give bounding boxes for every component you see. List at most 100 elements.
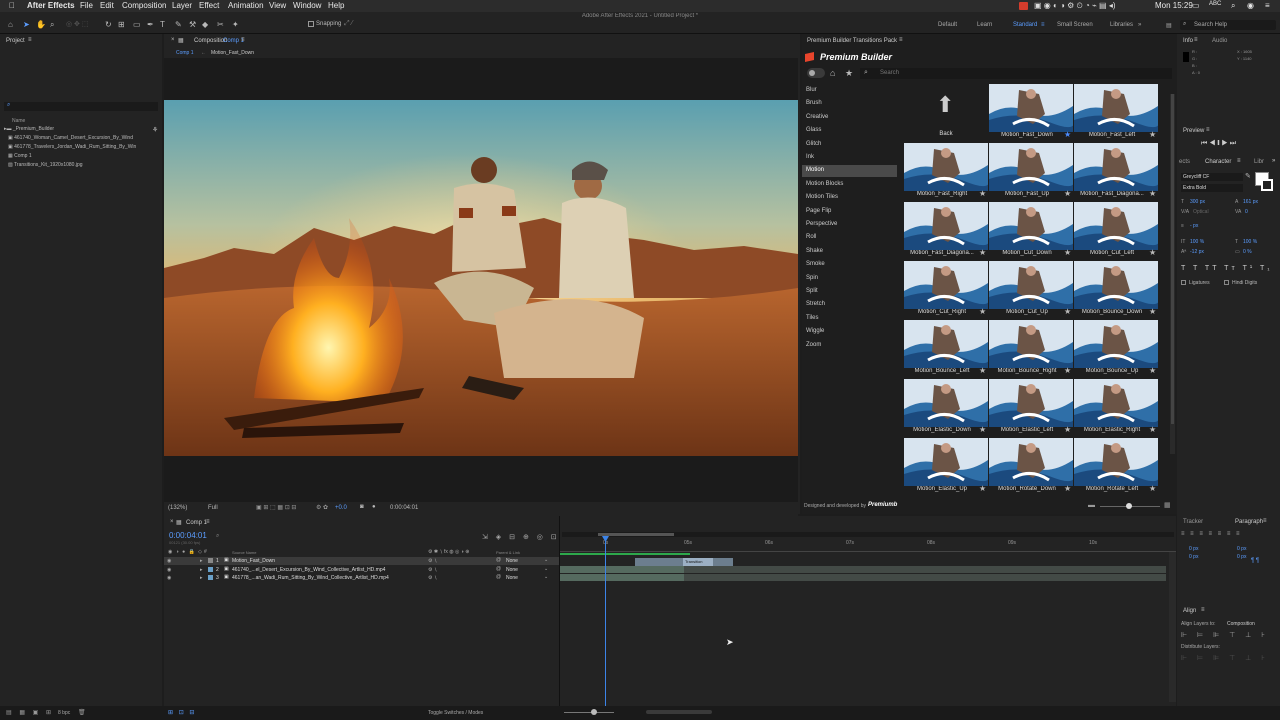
paragraph-tab[interactable]: Paragraph [1235, 519, 1263, 525]
category-item[interactable]: Shake [806, 248, 823, 254]
info-menu-icon[interactable]: ≡ [1194, 37, 1198, 43]
project-item[interactable]: ▨ Transitions_Kit_1920x1080.jpg [8, 162, 158, 168]
ligatures-checkbox[interactable] [1181, 280, 1186, 285]
workspace-default[interactable]: Default [938, 22, 957, 28]
category-item[interactable]: Tiles [806, 315, 818, 321]
info-tab[interactable]: Info [1183, 38, 1193, 44]
home-icon[interactable]: ⌂ [8, 20, 13, 29]
composition-menu-icon[interactable]: ≡ [241, 37, 245, 43]
project-footer-icons[interactable]: ▤ ▦ ▣ ⊞ [6, 709, 54, 716]
zoom-dropdown[interactable]: (132%) [168, 505, 187, 511]
align-icons[interactable]: ⊩ ⊨ ⊫ ⊤ ⊥ ⊦ [1181, 631, 1269, 639]
brush-tool-icon[interactable]: ✎ [175, 20, 182, 29]
label-color-swatch[interactable] [208, 558, 213, 563]
layer-switch-icons[interactable]: ⚙ ∖ [428, 575, 437, 581]
av-feature-icons[interactable]: ◉ ◑ ● 🔒 ◇ [168, 549, 203, 555]
expand-icon[interactable]: ▸ [200, 558, 203, 564]
snapping-checkbox[interactable] [308, 21, 314, 27]
lock-icon[interactable]: ▦ [178, 37, 184, 44]
transition-thumbnail[interactable]: Motion_Elastic_Left ★ [989, 379, 1073, 437]
search-icon[interactable]: ⌕ [1231, 1, 1235, 11]
transition-thumbnail[interactable]: Motion_Bounce_Left ★ [904, 320, 988, 378]
control-center-icon[interactable]: ≡ [1265, 1, 1270, 10]
layer-bar-2[interactable] [560, 566, 684, 573]
transition-thumbnail[interactable]: Motion_Fast_Right ★ [904, 143, 988, 201]
indent-left-value[interactable]: 0 px [1189, 546, 1198, 552]
category-item[interactable]: Motion Blocks [806, 181, 843, 187]
label-color-swatch[interactable] [208, 575, 213, 580]
app-menu[interactable]: After Effects [27, 1, 75, 10]
audio-tab[interactable]: Audio [1212, 38, 1227, 44]
layer-bar-1[interactable]: Transition [635, 558, 733, 566]
favorite-star-icon[interactable]: ★ [1149, 366, 1156, 375]
favorite-star-icon[interactable]: ★ [1149, 484, 1156, 493]
source-name-header[interactable]: Source Name [232, 550, 256, 555]
category-item[interactable]: Smoke [806, 261, 825, 267]
pb-panel-menu-icon[interactable]: ≡ [899, 37, 903, 43]
breadcrumb-layer[interactable]: Motion_Fast_Down [211, 50, 254, 56]
bit-depth[interactable]: 8 bpc [58, 710, 70, 716]
project-item[interactable]: ▣ 461778_Travelers_Jordan_Wadi_Rum_Sitti… [8, 144, 158, 150]
camera-icon[interactable]: ◙ [360, 504, 364, 510]
transition-thumbnail[interactable]: Motion_Bounce_Down ★ [1074, 261, 1158, 319]
menu-help[interactable]: Help [328, 1, 344, 10]
layer-switch-icons[interactable]: ⚙ ∖ [428, 567, 437, 573]
transition-thumbnail[interactable]: Motion_Cut_Left ★ [1074, 202, 1158, 260]
transition-thumbnail[interactable]: Motion_Elastic_Right ★ [1074, 379, 1158, 437]
layer-row[interactable]: ◉ ▸ 3 ▣ 461778_...an_Wadi_Rum_Sitting_By_Win… [164, 574, 559, 582]
eye-icon[interactable]: ◉ [167, 567, 171, 573]
category-item[interactable]: Roll [806, 234, 816, 240]
align-menu-icon[interactable]: ≡ [1201, 607, 1205, 613]
category-item[interactable]: Motion [806, 167, 824, 173]
hindi-digits-checkbox[interactable] [1224, 280, 1229, 285]
type-tool-icon[interactable]: T [160, 20, 165, 29]
panel-close-icon[interactable]: × [171, 37, 175, 43]
playhead[interactable] [602, 536, 609, 710]
timeline-scrollbar[interactable] [1169, 552, 1176, 702]
eraser-tool-icon[interactable]: ◆ [202, 20, 208, 29]
menu-effect[interactable]: Effect [199, 1, 219, 10]
pb-scroll-thumb[interactable] [1171, 94, 1174, 424]
tracking-value[interactable]: 0 [1245, 209, 1248, 215]
category-item[interactable]: Split [806, 288, 818, 294]
preview-title[interactable]: Preview [1183, 128, 1204, 134]
timeline-timecode[interactable]: 0:00:04:01 [169, 531, 207, 540]
category-item[interactable]: Wiggle [806, 328, 824, 334]
orbit-tool-icon[interactable]: ◎ ✥ ⬚ [66, 20, 88, 28]
transition-thumbnail[interactable]: Motion_Fast_Diagona... ★ [1074, 143, 1158, 201]
snap-options-icon[interactable]: ⤢ ⁄ [344, 20, 353, 28]
back-tile[interactable]: ⬆ Back [904, 84, 988, 142]
kerning-value[interactable]: Optical [1193, 209, 1209, 215]
time-ruler[interactable]: 0s05s06s07s08s09s10s [560, 530, 1176, 556]
indent-first-value[interactable]: 0 px [1189, 554, 1198, 560]
libraries-tab[interactable]: Libr [1254, 159, 1264, 165]
input-source[interactable]: ABC [1209, 1, 1221, 7]
indent-right-value[interactable]: 0 px [1237, 546, 1246, 552]
favorite-star-icon[interactable]: ★ [1149, 130, 1156, 139]
grid-view-icon[interactable]: ▦ [1164, 501, 1171, 509]
paragraph-align-icons[interactable]: ≡ ≡ ≡ ≡ ≡ ≡ ≡ [1181, 531, 1242, 537]
layer-bar-3-tail[interactable] [684, 574, 1166, 581]
favorite-star-icon[interactable]: ★ [1149, 189, 1156, 198]
transition-thumbnail[interactable]: Motion_Bounce_Right ★ [989, 320, 1073, 378]
project-menu-icon[interactable]: ≡ [28, 37, 32, 43]
panel-overflow-icon[interactable]: » [1272, 158, 1275, 164]
size-small-icon[interactable]: ▬ [1088, 502, 1095, 509]
category-item[interactable]: Glitch [806, 141, 821, 147]
project-item[interactable]: ▣ 461740_Woman_Camel_Desert_Excursion_By… [8, 135, 158, 141]
parent-dropdown[interactable]: None [506, 558, 518, 564]
timeline-switch-icons[interactable]: ⇲ ◈ ⊟ ⊕ ◎ ⊡ [482, 533, 560, 541]
stroke-color-swatch[interactable] [1261, 179, 1273, 191]
parent-dropdown[interactable]: None [506, 575, 518, 581]
timeline-zoom-handle[interactable] [591, 709, 597, 715]
anchor-tool-icon[interactable]: ⊞ [118, 20, 125, 29]
expand-icon[interactable]: ▸ [200, 575, 203, 581]
exposure-value[interactable]: +0.0 [335, 505, 347, 511]
pb-scrollbar[interactable] [1170, 94, 1175, 454]
apple-icon[interactable]:  [9, 1, 15, 10]
distribute-icons[interactable]: ⊩ ⊨ ⊫ ⊤ ⊥ ⊦ [1181, 654, 1269, 662]
preview-menu-icon[interactable]: ≡ [1206, 127, 1210, 133]
rotate-tool-icon[interactable]: ↻ [105, 20, 112, 29]
tsume-value[interactable]: 0 % [1243, 249, 1252, 255]
category-item[interactable]: Page Flip [806, 208, 831, 214]
